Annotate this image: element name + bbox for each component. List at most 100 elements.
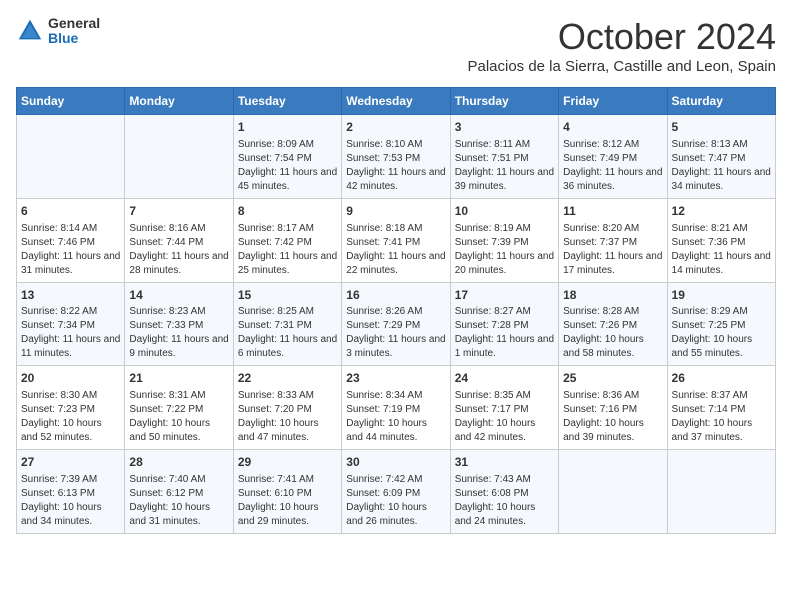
day-detail: Daylight: 10 hours and 37 minutes. xyxy=(672,417,771,445)
day-number: 17 xyxy=(455,287,554,304)
day-number: 13 xyxy=(21,287,120,304)
day-detail: Sunrise: 8:27 AM xyxy=(455,305,554,319)
day-detail: Sunrise: 8:36 AM xyxy=(563,389,662,403)
day-detail: Sunrise: 8:21 AM xyxy=(672,222,771,236)
day-detail: Sunset: 7:46 PM xyxy=(21,236,120,250)
day-detail: Daylight: 11 hours and 45 minutes. xyxy=(238,166,337,194)
day-detail: Sunset: 7:16 PM xyxy=(563,403,662,417)
header-day-saturday: Saturday xyxy=(667,88,775,115)
day-detail: Sunrise: 8:10 AM xyxy=(346,138,445,152)
day-detail: Sunset: 7:39 PM xyxy=(455,236,554,250)
day-number: 30 xyxy=(346,454,445,471)
calendar-cell: 5Sunrise: 8:13 AMSunset: 7:47 PMDaylight… xyxy=(667,115,775,199)
day-detail: Sunset: 7:42 PM xyxy=(238,236,337,250)
day-detail: Daylight: 10 hours and 34 minutes. xyxy=(21,501,120,529)
calendar-cell xyxy=(667,450,775,534)
calendar-week-row: 20Sunrise: 8:30 AMSunset: 7:23 PMDayligh… xyxy=(17,366,776,450)
day-detail: Daylight: 10 hours and 50 minutes. xyxy=(129,417,228,445)
calendar-cell: 16Sunrise: 8:26 AMSunset: 7:29 PMDayligh… xyxy=(342,282,450,366)
day-number: 6 xyxy=(21,203,120,220)
calendar-cell: 25Sunrise: 8:36 AMSunset: 7:16 PMDayligh… xyxy=(559,366,667,450)
day-detail: Daylight: 11 hours and 42 minutes. xyxy=(346,166,445,194)
day-detail: Daylight: 11 hours and 9 minutes. xyxy=(129,333,228,361)
day-detail: Sunset: 7:20 PM xyxy=(238,403,337,417)
day-number: 1 xyxy=(238,119,337,136)
day-detail: Sunset: 7:54 PM xyxy=(238,152,337,166)
day-detail: Sunrise: 8:37 AM xyxy=(672,389,771,403)
day-detail: Sunrise: 8:14 AM xyxy=(21,222,120,236)
page-header: General Blue October 2024 Palacios de la… xyxy=(16,16,776,83)
calendar-cell xyxy=(559,450,667,534)
day-detail: Sunset: 6:10 PM xyxy=(238,487,337,501)
calendar-cell: 9Sunrise: 8:18 AMSunset: 7:41 PMDaylight… xyxy=(342,198,450,282)
day-detail: Sunrise: 8:17 AM xyxy=(238,222,337,236)
calendar-cell: 11Sunrise: 8:20 AMSunset: 7:37 PMDayligh… xyxy=(559,198,667,282)
day-number: 20 xyxy=(21,370,120,387)
day-detail: Sunrise: 8:16 AM xyxy=(129,222,228,236)
header-day-wednesday: Wednesday xyxy=(342,88,450,115)
day-number: 9 xyxy=(346,203,445,220)
day-detail: Daylight: 11 hours and 14 minutes. xyxy=(672,250,771,278)
calendar-cell: 28Sunrise: 7:40 AMSunset: 6:12 PMDayligh… xyxy=(125,450,233,534)
day-detail: Daylight: 11 hours and 20 minutes. xyxy=(455,250,554,278)
calendar-cell xyxy=(17,115,125,199)
calendar-cell: 27Sunrise: 7:39 AMSunset: 6:13 PMDayligh… xyxy=(17,450,125,534)
day-detail: Sunrise: 8:19 AM xyxy=(455,222,554,236)
day-detail: Sunset: 7:26 PM xyxy=(563,319,662,333)
day-detail: Sunset: 7:53 PM xyxy=(346,152,445,166)
day-detail: Sunset: 7:14 PM xyxy=(672,403,771,417)
calendar-cell: 13Sunrise: 8:22 AMSunset: 7:34 PMDayligh… xyxy=(17,282,125,366)
day-detail: Sunset: 7:36 PM xyxy=(672,236,771,250)
day-detail: Sunset: 7:31 PM xyxy=(238,319,337,333)
header-day-friday: Friday xyxy=(559,88,667,115)
day-number: 12 xyxy=(672,203,771,220)
day-detail: Daylight: 10 hours and 39 minutes. xyxy=(563,417,662,445)
calendar-cell: 31Sunrise: 7:43 AMSunset: 6:08 PMDayligh… xyxy=(450,450,558,534)
day-detail: Sunset: 7:34 PM xyxy=(21,319,120,333)
day-detail: Daylight: 11 hours and 17 minutes. xyxy=(563,250,662,278)
day-number: 26 xyxy=(672,370,771,387)
day-detail: Sunset: 7:22 PM xyxy=(129,403,228,417)
calendar-week-row: 6 Sunrise: 8:14 AMSunset: 7:46 PM Daylight… xyxy=(17,198,776,282)
day-detail: Daylight: 10 hours and 31 minutes. xyxy=(129,501,228,529)
day-detail: Sunset: 7:19 PM xyxy=(346,403,445,417)
day-detail: Daylight: 11 hours and 34 minutes. xyxy=(672,166,771,194)
day-detail: Sunset: 6:09 PM xyxy=(346,487,445,501)
day-detail: Daylight: 11 hours and 36 minutes. xyxy=(563,166,662,194)
day-detail: Sunset: 7:17 PM xyxy=(455,403,554,417)
day-detail: Sunrise: 8:13 AM xyxy=(672,138,771,152)
day-detail: Sunset: 7:37 PM xyxy=(563,236,662,250)
day-detail: Daylight: 10 hours and 44 minutes. xyxy=(346,417,445,445)
day-detail: Sunset: 7:33 PM xyxy=(129,319,228,333)
calendar-cell: 1Sunrise: 8:09 AMSunset: 7:54 PMDaylight… xyxy=(233,115,341,199)
day-number: 7 xyxy=(129,203,228,220)
day-number: 14 xyxy=(129,287,228,304)
day-detail: Daylight: 10 hours and 58 minutes. xyxy=(563,333,662,361)
day-detail: Sunrise: 8:23 AM xyxy=(129,305,228,319)
day-detail: Daylight: 10 hours and 55 minutes. xyxy=(672,333,771,361)
day-number: 21 xyxy=(129,370,228,387)
day-detail: Sunset: 7:41 PM xyxy=(346,236,445,250)
day-detail: Sunset: 7:49 PM xyxy=(563,152,662,166)
day-number: 18 xyxy=(563,287,662,304)
calendar-cell: 15Sunrise: 8:25 AMSunset: 7:31 PMDayligh… xyxy=(233,282,341,366)
logo-icon xyxy=(16,17,44,45)
calendar-cell: 7Sunrise: 8:16 AMSunset: 7:44 PMDaylight… xyxy=(125,198,233,282)
calendar-cell: 2Sunrise: 8:10 AMSunset: 7:53 PMDaylight… xyxy=(342,115,450,199)
day-number: 19 xyxy=(672,287,771,304)
day-detail: Sunset: 7:29 PM xyxy=(346,319,445,333)
day-number: 23 xyxy=(346,370,445,387)
day-detail: Sunset: 7:25 PM xyxy=(672,319,771,333)
day-number: 4 xyxy=(563,119,662,136)
calendar-week-row: 13Sunrise: 8:22 AMSunset: 7:34 PMDayligh… xyxy=(17,282,776,366)
day-detail: Sunrise: 8:20 AM xyxy=(563,222,662,236)
day-detail: Sunset: 6:12 PM xyxy=(129,487,228,501)
day-number: 16 xyxy=(346,287,445,304)
day-detail: Daylight: 11 hours and 22 minutes. xyxy=(346,250,445,278)
day-detail: Sunrise: 8:30 AM xyxy=(21,389,120,403)
logo: General Blue xyxy=(16,16,100,47)
header-day-sunday: Sunday xyxy=(17,88,125,115)
calendar-cell: 17Sunrise: 8:27 AMSunset: 7:28 PMDayligh… xyxy=(450,282,558,366)
day-detail: Daylight: 11 hours and 25 minutes. xyxy=(238,250,337,278)
day-detail: Sunrise: 7:39 AM xyxy=(21,473,120,487)
